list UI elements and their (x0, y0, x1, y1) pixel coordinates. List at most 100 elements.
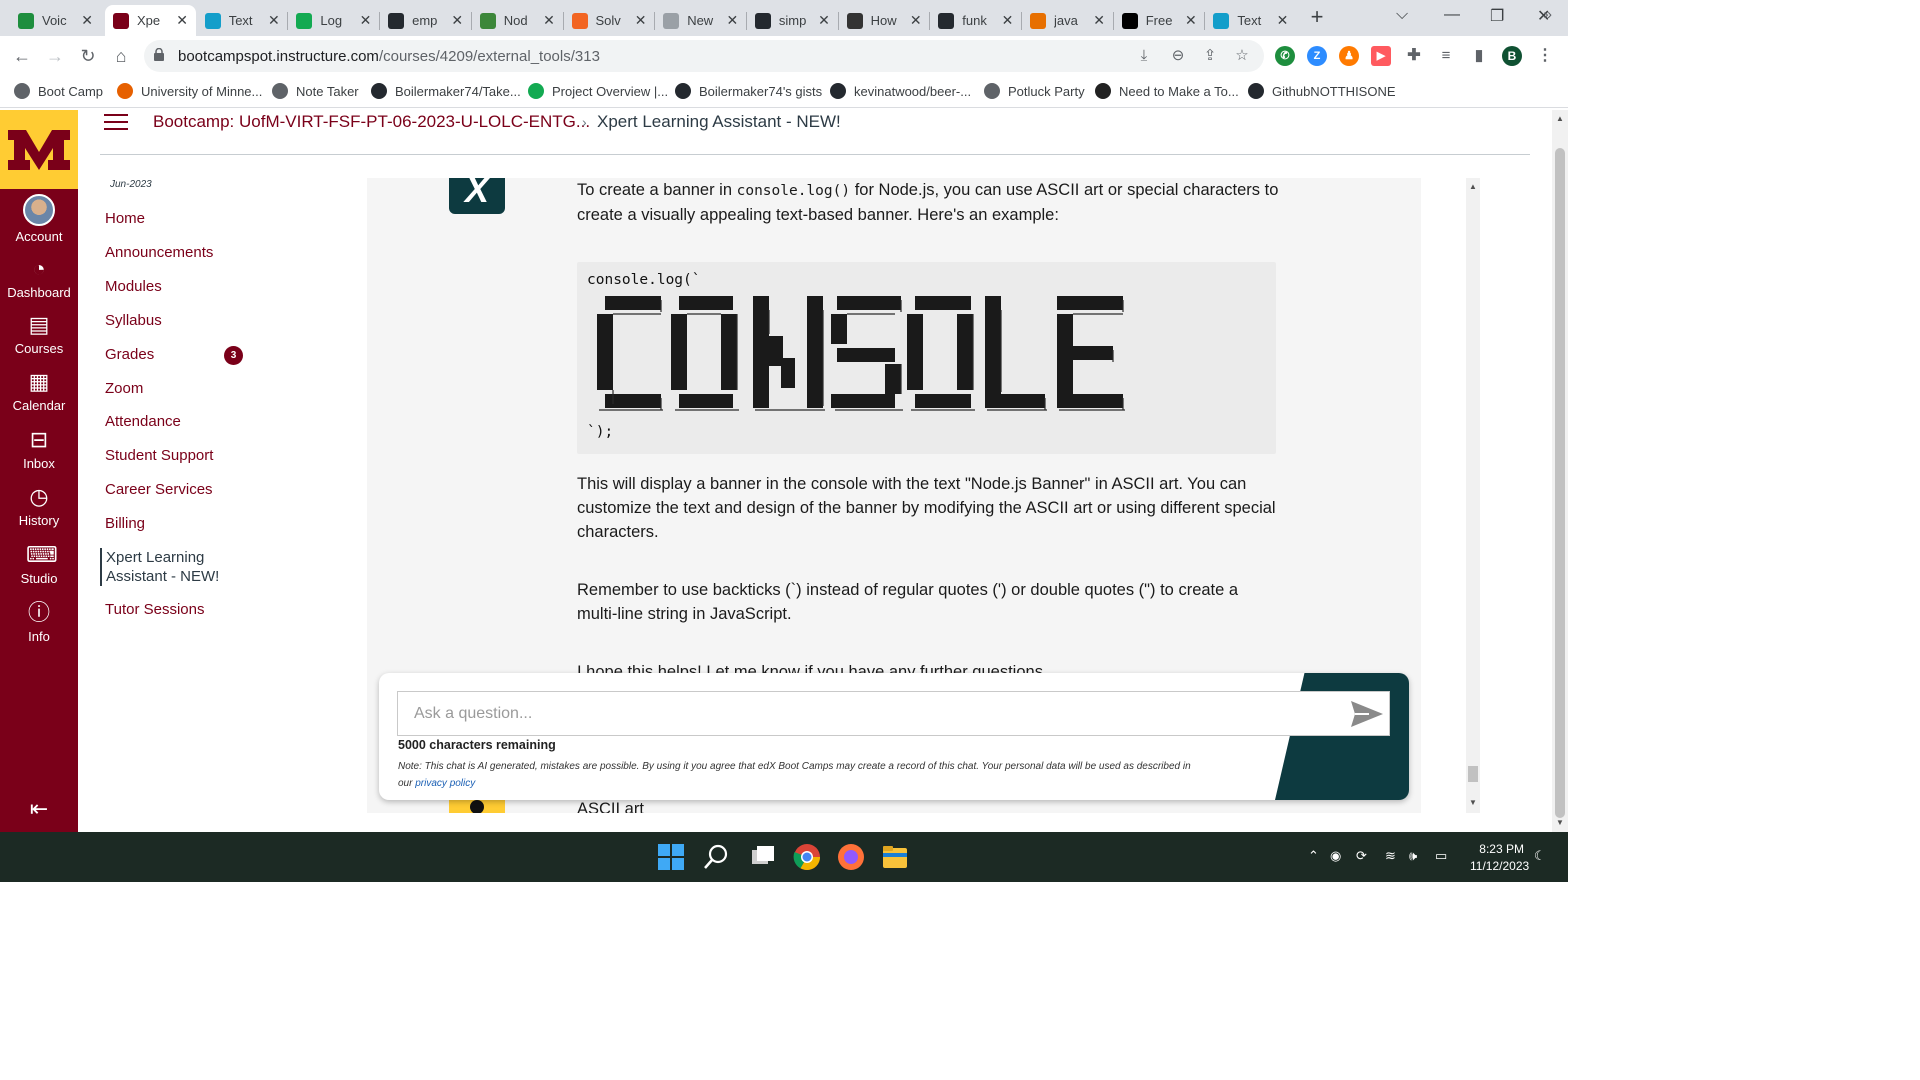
browser-tab[interactable]: Text ✕ (1205, 5, 1296, 36)
battery-icon[interactable]: ▭ (1435, 848, 1447, 864)
tab-search-chevron-icon[interactable]: ⌵ (1396, 6, 1408, 24)
chat-scroll-thumb[interactable] (1468, 766, 1478, 782)
umn-logo[interactable] (0, 110, 78, 189)
course-nav-zoom[interactable]: Zoom (105, 380, 143, 397)
scroll-up-arrow-icon[interactable]: ▲ (1469, 182, 1477, 191)
share-icon[interactable]: ⇪ (1200, 46, 1220, 66)
close-tab-icon[interactable]: ✕ (910, 12, 922, 29)
close-tab-icon[interactable]: ✕ (1093, 12, 1105, 29)
browser-tab[interactable]: New ✕ (655, 5, 746, 36)
screencastify-extension-icon[interactable]: ▶ (1371, 46, 1391, 66)
page-scroll-up-icon[interactable]: ▲ (1556, 114, 1564, 123)
minimize-button[interactable]: — (1444, 6, 1460, 24)
course-nav-attendance[interactable]: Attendance (105, 413, 181, 430)
bookmark-item[interactable]: kevinatwood/beer-... (830, 83, 971, 99)
collapse-nav-icon[interactable]: ⇤ (25, 796, 53, 821)
browser-tab[interactable]: How ✕ (839, 5, 930, 36)
home-icon[interactable]: ⌂ (109, 44, 133, 68)
close-tab-icon[interactable]: ✕ (1002, 12, 1014, 29)
browser-tab[interactable]: simp ✕ (747, 5, 838, 36)
search-icon[interactable] (702, 842, 732, 872)
notifications-icon[interactable]: ☾ (1534, 848, 1546, 864)
bookmark-item[interactable]: Project Overview |... (528, 83, 668, 99)
global-nav-calendar[interactable]: ▦ Calendar (0, 369, 78, 413)
course-nav-home[interactable]: Home (105, 210, 145, 227)
file-explorer-icon[interactable] (880, 842, 910, 872)
side-panel-icon[interactable]: ▮ (1469, 46, 1489, 66)
close-tab-icon[interactable]: ✕ (81, 12, 93, 29)
browser-tab[interactable]: Solv ✕ (564, 5, 655, 36)
task-view-icon[interactable] (748, 842, 778, 872)
back-arrow-icon[interactable]: ← (10, 44, 34, 68)
bookmark-star-icon[interactable]: ☆ (1232, 46, 1252, 66)
browser-tab[interactable]: emp ✕ (380, 5, 471, 36)
breadcrumb-course-link[interactable]: Bootcamp: UofM-VIRT-FSF-PT-06-2023-U-LOL… (153, 112, 590, 132)
privacy-policy-link[interactable]: privacy policy (415, 778, 475, 789)
close-tab-icon[interactable]: ✕ (268, 12, 280, 29)
bookmark-item[interactable]: Potluck Party (984, 83, 1085, 99)
close-tab-icon[interactable]: ✕ (1185, 12, 1197, 29)
zoom-extension-icon[interactable]: Z (1307, 46, 1327, 66)
bookmark-item[interactable]: University of Minne... (117, 83, 262, 99)
sync-icon[interactable]: ⟳ (1356, 848, 1367, 864)
global-nav-info[interactable]: ⓘ Info (0, 600, 78, 644)
ask-question-input[interactable] (397, 691, 1390, 736)
bookmark-item[interactable]: Boot Camp (14, 83, 103, 99)
browser-tab[interactable]: funk ✕ (930, 5, 1021, 36)
install-app-icon[interactable]: ⤓ (1134, 46, 1154, 66)
chrome-icon[interactable] (792, 842, 822, 872)
honey-extension-icon[interactable]: ♟ (1339, 46, 1359, 66)
scroll-down-arrow-icon[interactable]: ▼ (1469, 798, 1477, 807)
course-nav-grades[interactable]: Grades (105, 346, 154, 363)
browser-menu-icon[interactable]: ⋮ (1535, 46, 1555, 66)
bookmark-item[interactable]: GithubNOTTHISONE (1248, 83, 1396, 99)
windows-start-icon[interactable] (656, 842, 686, 872)
bookmark-item[interactable]: Boilermaker74/Take... (371, 83, 521, 99)
volume-icon[interactable]: 🕪 (1409, 848, 1417, 864)
course-nav-tutor-sessions[interactable]: Tutor Sessions (105, 601, 205, 618)
system-clock[interactable]: 8:23 PM 11/12/2023 (1470, 841, 1529, 875)
course-nav-career-services[interactable]: Career Services (105, 481, 213, 498)
close-tab-icon[interactable]: ✕ (543, 12, 555, 29)
page-scroll-down-icon[interactable]: ▼ (1556, 818, 1564, 827)
new-tab-button[interactable]: + (1305, 6, 1329, 30)
send-icon[interactable] (1349, 699, 1385, 729)
course-nav-announcements[interactable]: Announcements (105, 244, 213, 261)
extensions-puzzle-icon[interactable]: ✚ (1404, 46, 1424, 66)
close-tab-icon[interactable]: ✕ (726, 12, 738, 29)
close-tab-icon[interactable]: ✕ (818, 12, 830, 29)
global-nav-studio[interactable]: ⌨ Studio (0, 542, 78, 586)
restore-button[interactable]: ❐ (1490, 6, 1504, 26)
course-nav-student-support[interactable]: Student Support (105, 447, 213, 464)
hamburger-menu-icon[interactable] (104, 114, 128, 132)
global-nav-history[interactable]: ◷ History (0, 484, 78, 528)
profile-avatar[interactable]: B (1502, 46, 1522, 66)
bookmark-item[interactable]: Need to Make a To... (1095, 83, 1239, 99)
reload-icon[interactable]: ↻ (76, 44, 100, 68)
course-nav-billing[interactable]: Billing (105, 515, 145, 532)
tray-overflow-chevron-icon[interactable]: ⌃ (1308, 848, 1319, 864)
course-nav-xpert-learning-assistant-new[interactable]: Xpert Learning Assistant - NEW! (100, 548, 230, 586)
more-bookmarks-icon[interactable]: » (1544, 6, 1552, 23)
browser-tab[interactable]: java ✕ (1022, 5, 1113, 36)
global-nav-account[interactable]: Account (0, 194, 78, 244)
close-tab-icon[interactable]: ✕ (635, 12, 647, 29)
steam-icon[interactable]: ◉ (1330, 848, 1341, 864)
firefox-icon[interactable] (836, 842, 866, 872)
forward-arrow-icon[interactable]: → (43, 44, 67, 68)
address-bar[interactable]: bootcampspot.instructure.com/courses/420… (144, 40, 1264, 72)
phone-extension-icon[interactable]: ✆ (1275, 46, 1295, 66)
browser-tab[interactable]: Text ✕ (197, 5, 288, 36)
browser-tab[interactable]: Nod ✕ (472, 5, 563, 36)
browser-tab[interactable]: Voic ✕ (10, 5, 101, 36)
bookmark-item[interactable]: Boilermaker74's gists (675, 83, 822, 99)
course-nav-syllabus[interactable]: Syllabus (105, 312, 162, 329)
page-scroll-thumb[interactable] (1555, 148, 1565, 818)
zoom-icon[interactable]: ⊖ (1168, 46, 1188, 66)
reading-list-icon[interactable]: ≡ (1436, 46, 1456, 66)
close-tab-icon[interactable]: ✕ (451, 12, 463, 29)
page-scrollbar[interactable]: ▲ ▼ (1552, 110, 1568, 832)
close-tab-icon[interactable]: ✕ (1277, 12, 1289, 29)
close-tab-icon[interactable]: ✕ (360, 12, 372, 29)
global-nav-inbox[interactable]: ⊟ Inbox (0, 427, 78, 471)
